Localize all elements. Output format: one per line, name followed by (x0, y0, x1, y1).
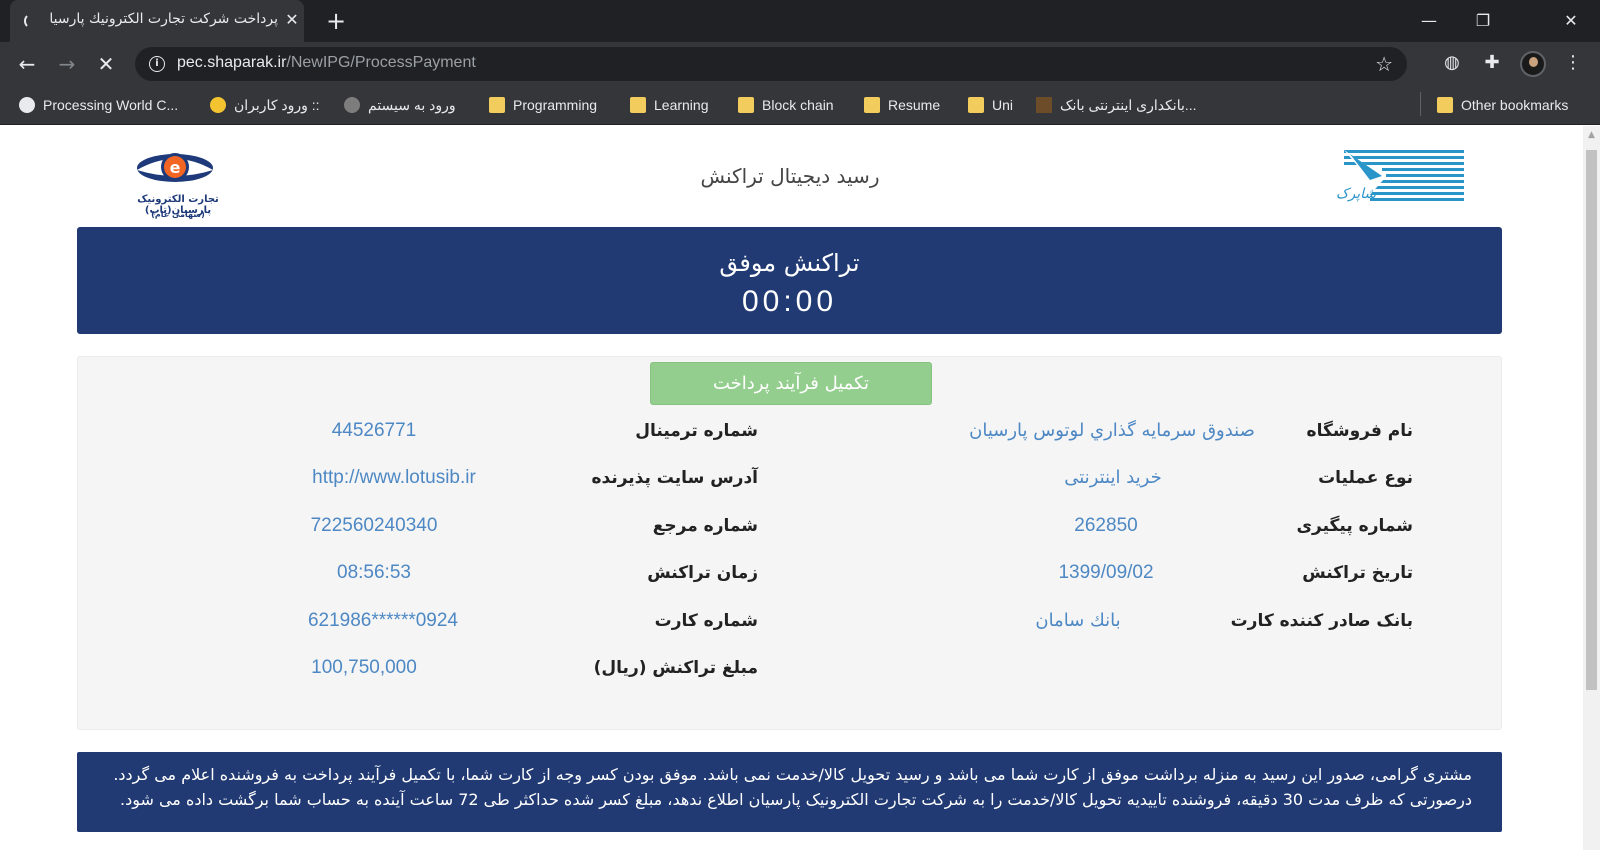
bookmark-user-login[interactable]: ورود کاربران :: (210, 95, 320, 115)
bookmark-other-bookmarks[interactable]: Other bookmarks (1437, 95, 1568, 115)
address-bar[interactable]: i pec.shaparak.ir/NewIPG/ProcessPayment … (135, 47, 1407, 81)
tap-logo: e تجارت الکترونیک پارسیان(تاپ) (سهامی عا… (103, 142, 253, 226)
bookmark-internet-banking[interactable]: بانکداری اینترنتی بانک... (1036, 95, 1197, 115)
bookmark-label: Block chain (762, 97, 834, 113)
page-title: رسید دیجیتال تراکنش (700, 164, 880, 188)
bookmark-label: Programming (513, 97, 598, 113)
url-text[interactable]: pec.shaparak.ir/NewIPG/ProcessPayment (177, 54, 476, 72)
close-window-button[interactable]: ✕ (1548, 6, 1594, 36)
bookmark-label: ورود به سیستم (368, 97, 456, 113)
terminal-value: 44526771 (331, 420, 417, 441)
stop-loading-button[interactable]: ✕ (92, 50, 120, 78)
folder-icon (864, 97, 880, 113)
page-scrollbar[interactable]: ▲ (1583, 126, 1600, 850)
reference-number-value: 722560240340 (310, 515, 438, 536)
shaparak-logo: شاپرک (1330, 148, 1470, 210)
scroll-up-arrow-icon[interactable]: ▲ (1583, 128, 1600, 142)
smiley-icon (210, 97, 226, 113)
bookmark-folder-uni[interactable]: Uni (968, 95, 1013, 115)
bookmark-label: ورود کاربران :: (234, 97, 320, 113)
bookmark-system-login[interactable]: ورود به سیستم (344, 95, 456, 115)
bookmark-star-icon[interactable]: ☆ (1375, 52, 1393, 76)
bookmark-label: Processing World C... (43, 97, 179, 113)
transaction-status-banner: تراکنش موفق 00:00 (77, 227, 1502, 334)
transaction-status-title: تراکنش موفق (719, 249, 860, 277)
folder-icon (630, 97, 646, 113)
scrollbar-thumb[interactable] (1586, 150, 1597, 690)
bookmark-label: Learning (654, 97, 709, 113)
page-viewport: شاپرک رسید دیجیتال تراکنش e تجارت الکترو… (0, 126, 1583, 850)
tab-title: پرداخت شرکت تجارت الکترونیك پارسیان (50, 11, 278, 27)
bookmarks-divider (1420, 92, 1421, 116)
card-number-value: 621986******0924 (307, 610, 459, 631)
merchant-site-link[interactable]: http://www.lotusib.ir (194, 467, 594, 489)
tap-logo-line2: (سهامی عام) (151, 210, 205, 219)
maximize-button[interactable]: ❐ (1460, 6, 1506, 36)
folder-icon (1437, 97, 1453, 113)
loading-spinner-icon (24, 13, 40, 29)
bookmarks-bar: Processing World C... ورود کاربران :: ور… (0, 85, 1600, 125)
customer-notice: مشتری گرامی، صدور این رسید به منزله بردا… (77, 752, 1502, 832)
countdown-timer: 00:00 (741, 285, 838, 318)
minimize-button[interactable]: — (1406, 6, 1452, 36)
browser-toolbar: ← → ✕ i pec.shaparak.ir/NewIPG/ProcessPa… (0, 42, 1600, 85)
new-tab-button[interactable]: + (322, 8, 350, 36)
store-name-value: صندوق سرمايه گذاري لوتوس پارسيان (969, 420, 1255, 441)
bookmark-folder-resume[interactable]: Resume (864, 95, 940, 115)
folder-icon (489, 97, 505, 113)
bookmark-label: Resume (888, 97, 941, 113)
translate-extension-icon[interactable]: ◍ (1441, 52, 1463, 74)
globe-icon (19, 97, 35, 113)
bookmark-label: بانکداری اینترنتی بانک... (1060, 97, 1197, 113)
transaction-date-value: 1399/09/02 (1058, 562, 1154, 583)
svg-text:e: e (170, 158, 181, 177)
folder-icon (968, 97, 984, 113)
shaparak-logo-text: شاپرک (1336, 186, 1377, 202)
transaction-time-value: 08:56:53 (337, 562, 411, 583)
receipt-details-panel: تکمیل فرآیند پرداخت نام فروشگاه صندوق سر… (77, 356, 1502, 730)
bookmark-folder-blockchain[interactable]: Block chain (738, 95, 834, 115)
bookmark-label: Other bookmarks (1461, 97, 1569, 113)
operation-type-value: خرید اینترنتی (1064, 467, 1162, 488)
bookmark-processing-world[interactable]: Processing World C... (19, 95, 178, 115)
tracking-number-value: 262850 (1074, 515, 1138, 536)
bookmark-folder-learning[interactable]: Learning (630, 95, 709, 115)
back-button[interactable]: ← (13, 50, 41, 78)
bookmark-label: Uni (992, 97, 1014, 113)
folder-icon (738, 97, 754, 113)
browser-tab[interactable]: پرداخت شرکت تجارت الکترونیك پارسیان ✕ (10, 0, 304, 42)
profile-avatar[interactable] (1520, 51, 1546, 77)
menu-kebab-icon[interactable]: ⋮ (1562, 52, 1584, 74)
site-info-icon[interactable]: i (149, 56, 165, 72)
issuer-bank-value: بانك سامان (1035, 610, 1121, 631)
url-host: pec.shaparak.ir (177, 54, 287, 71)
notice-line-2: درصورتی که ظرف مدت 30 دقیقه، فروشنده تای… (120, 790, 1472, 809)
forward-button[interactable]: → (53, 50, 81, 78)
url-path: /NewIPG/ProcessPayment (286, 54, 476, 71)
tab-close-icon[interactable]: ✕ (282, 10, 302, 30)
extensions-puzzle-icon[interactable]: ✚ (1481, 52, 1503, 74)
notice-line-1: مشتری گرامی، صدور این رسید به منزله بردا… (113, 765, 1472, 784)
gear-icon (344, 97, 360, 113)
complete-payment-button[interactable]: تکمیل فرآیند پرداخت (650, 362, 932, 405)
bank-icon (1036, 97, 1052, 113)
tab-strip: پرداخت شرکت تجارت الکترونیك پارسیان ✕ + … (0, 0, 1600, 42)
bookmark-folder-programming[interactable]: Programming (489, 95, 597, 115)
amount-value: 100,750,000 (311, 657, 417, 678)
